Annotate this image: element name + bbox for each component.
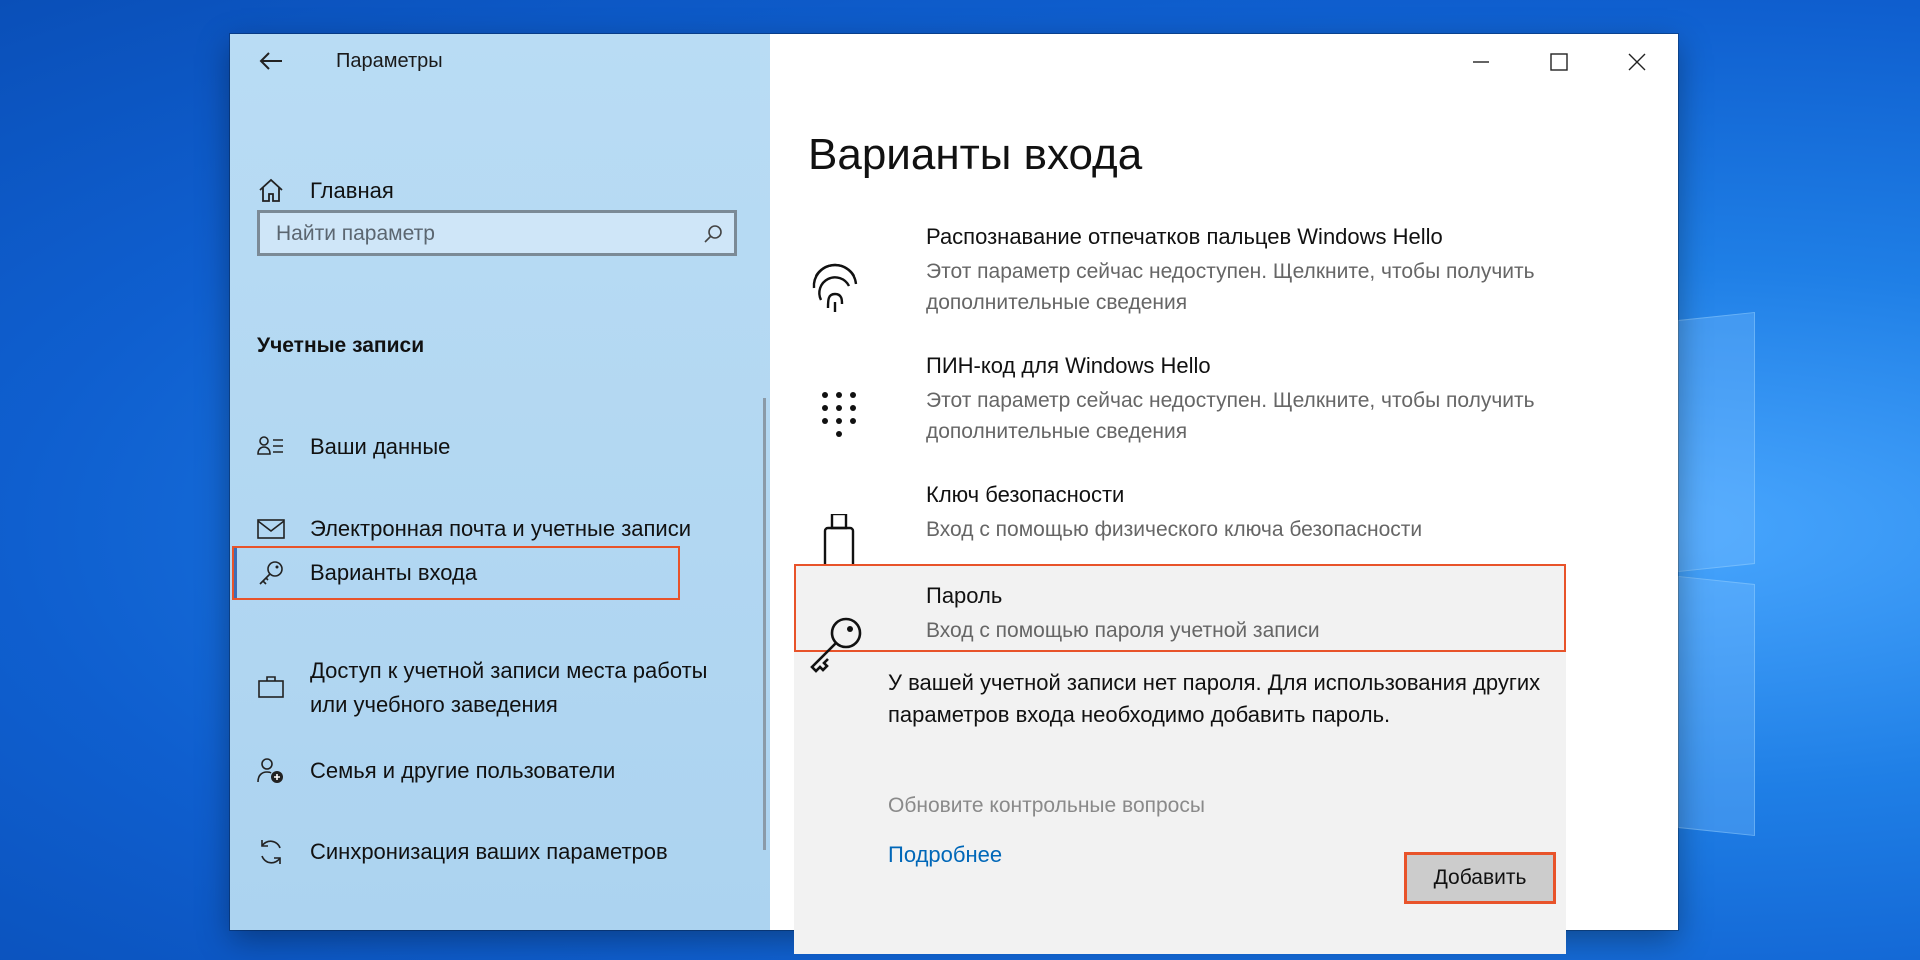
sidebar-item-work-access[interactable]: Доступ к учетной записи места работы или…: [230, 654, 770, 726]
sidebar-item-label: Электронная почта и учетные записи: [310, 516, 692, 541]
option-title: Ключ безопасности: [926, 482, 1125, 507]
person-list-icon: [257, 436, 283, 455]
mail-icon: [257, 519, 285, 539]
app-title: Параметры: [336, 50, 443, 72]
sidebar-item-label: Семья и другие пользователи: [310, 758, 616, 783]
learn-more-link[interactable]: Подробнее: [888, 842, 1002, 868]
sidebar-item-label: Ваши данные: [310, 434, 451, 459]
sidebar-item-label: Варианты входа: [310, 560, 478, 585]
option-description: Вход с помощью физического ключа безопас…: [926, 518, 1423, 541]
search-input[interactable]: [260, 213, 698, 255]
sync-icon: [261, 840, 281, 864]
option-pin[interactable]: ПИН-код для Windows Hello Этот параметр …: [808, 353, 1588, 453]
search-icon[interactable]: [702, 223, 724, 245]
sidebar-item-label: Доступ к учетной записи места работы или…: [310, 658, 708, 717]
pin-keypad-icon: [822, 392, 856, 437]
option-security-key[interactable]: Ключ безопасности Вход с помощью физичес…: [808, 482, 1588, 570]
briefcase-icon: [258, 676, 284, 698]
section-title: Учетные записи: [257, 334, 425, 357]
option-title: Пароль: [926, 583, 1003, 608]
family-icon: [257, 758, 283, 783]
no-password-info: У вашей учетной записи нет пароля. Для и…: [888, 670, 1541, 727]
back-arrow-icon[interactable]: [258, 48, 284, 74]
option-fingerprint[interactable]: Распознавание отпечатков пальцев Windows…: [808, 224, 1588, 324]
search-box: [257, 210, 737, 256]
sidebar-item-label: Синхронизация ваших параметров: [310, 839, 668, 864]
title-bar: Параметры: [230, 34, 770, 90]
option-description: Вход с помощью пароля учетной записи: [926, 619, 1320, 642]
password-key-icon: [810, 617, 862, 673]
sidebar-item-your-info[interactable]: Ваши данные: [230, 422, 770, 472]
sidebar-item-sign-in-options[interactable]: Варианты входа: [230, 548, 770, 598]
fingerprint-icon: [812, 263, 858, 312]
update-security-questions-link: Обновите контрольные вопросы: [888, 794, 1205, 817]
option-title: ПИН-код для Windows Hello: [926, 353, 1211, 378]
sidebar-item-family[interactable]: Семья и другие пользователи: [230, 746, 770, 796]
desktop-logo-pane: [1678, 311, 1755, 573]
sidebar: Параметры Главная Учетные записи Ваши да…: [230, 34, 770, 930]
main-content: Варианты входа Распознавание отпечатков …: [770, 34, 1678, 954]
option-password[interactable]: Пароль Вход с помощью пароля учетной зап…: [808, 583, 1588, 673]
key-icon: [259, 561, 283, 585]
sidebar-item-sync[interactable]: Синхронизация ваших параметров: [230, 827, 770, 877]
desktop-logo-pane: [1678, 575, 1755, 837]
page-title: Варианты входа: [808, 130, 1143, 179]
sidebar-item-label: Главная: [310, 178, 394, 203]
option-title: Распознавание отпечатков пальцев Windows…: [926, 224, 1443, 249]
home-icon: [259, 178, 283, 202]
settings-window: Параметры Главная Учетные записи Ваши да…: [230, 34, 1678, 954]
sidebar-scrollbar[interactable]: [763, 398, 766, 850]
option-description: Этот параметр сейчас недоступен. Щелкнит…: [926, 389, 1535, 443]
add-password-button[interactable]: Добавить: [1404, 852, 1556, 904]
option-description: Этот параметр сейчас недоступен. Щелкнит…: [926, 260, 1535, 314]
